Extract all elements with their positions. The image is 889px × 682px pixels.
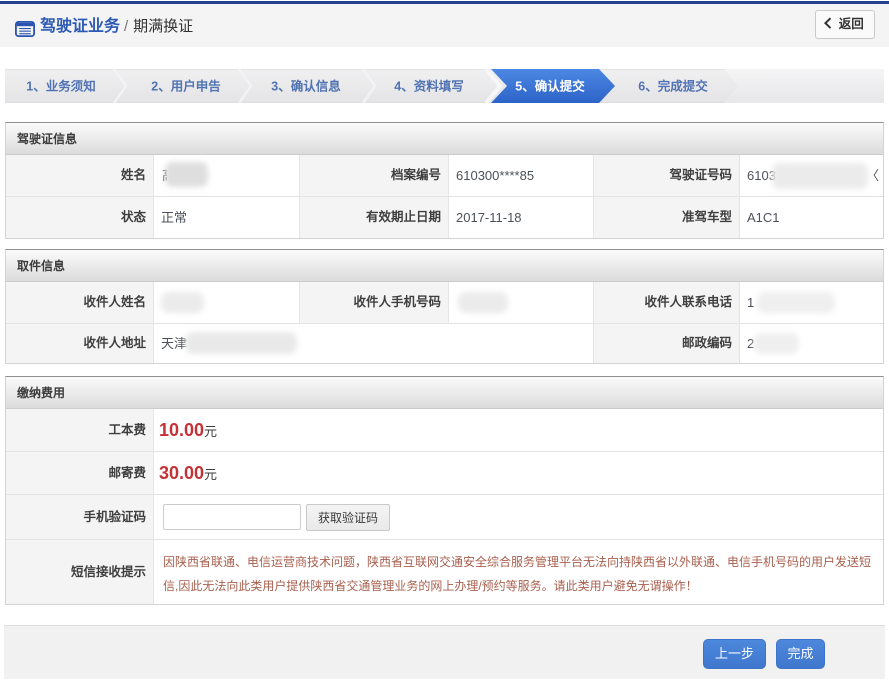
svg-text:4、资料填写: 4、资料填写 — [394, 79, 463, 94]
svg-text:6、完成提交: 6、完成提交 — [638, 79, 708, 94]
svg-text:3、确认信息: 3、确认信息 — [271, 79, 341, 94]
svg-text:2、用户申告: 2、用户申告 — [151, 79, 221, 94]
svg-text:1、业务须知: 1、业务须知 — [26, 79, 95, 94]
svg-text:5、确认提交: 5、确认提交 — [515, 79, 585, 94]
